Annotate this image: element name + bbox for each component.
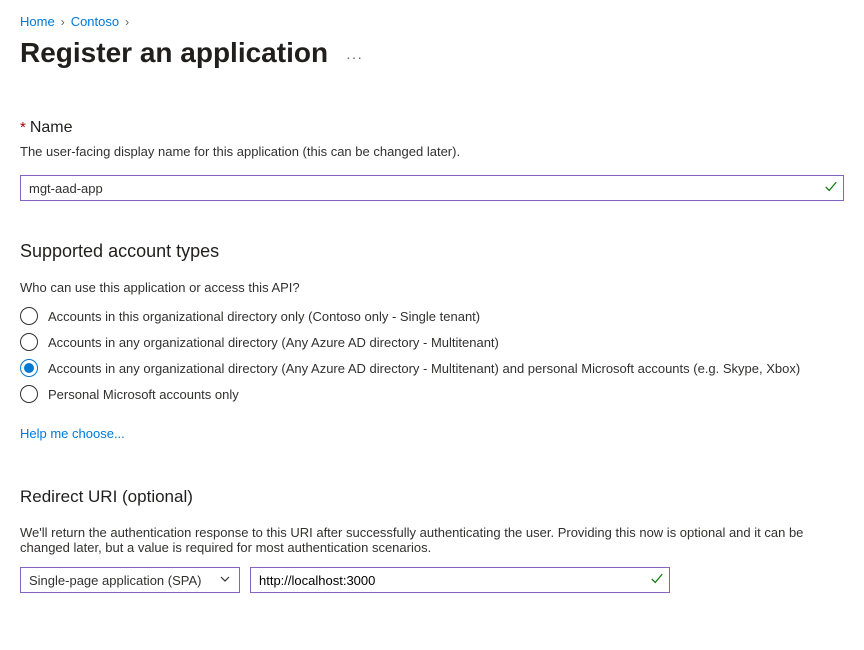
chevron-right-icon: ›	[61, 15, 65, 29]
redirect-uri-wrap	[250, 567, 670, 593]
name-label: *Name	[20, 119, 844, 137]
chevron-right-icon: ›	[125, 15, 129, 29]
radio-label: Accounts in this organizational director…	[48, 309, 480, 324]
name-input-row	[20, 175, 844, 201]
redirect-help-text: We'll return the authentication response…	[20, 525, 844, 555]
radio-single-tenant[interactable]: Accounts in this organizational director…	[20, 307, 844, 325]
name-label-text: Name	[30, 119, 73, 136]
breadcrumb-org[interactable]: Contoso	[71, 14, 119, 29]
required-star-icon: *	[20, 119, 26, 136]
redirect-row: Single-page application (SPA)	[20, 567, 844, 593]
account-types-radio-group: Accounts in this organizational director…	[20, 307, 844, 403]
chevron-down-icon	[219, 573, 231, 588]
radio-circle-icon	[20, 359, 38, 377]
name-input[interactable]	[20, 175, 844, 201]
breadcrumb: Home › Contoso ›	[20, 14, 844, 29]
redirect-heading: Redirect URI (optional)	[20, 487, 844, 507]
more-actions-button[interactable]: ···	[346, 49, 363, 65]
name-help-text: The user-facing display name for this ap…	[20, 144, 844, 159]
title-row: Register an application ···	[20, 37, 844, 69]
radio-label: Accounts in any organizational directory…	[48, 335, 499, 350]
account-types-heading: Supported account types	[20, 241, 844, 262]
redirect-uri-input[interactable]	[250, 567, 670, 593]
radio-circle-icon	[20, 307, 38, 325]
help-me-choose-link[interactable]: Help me choose...	[20, 426, 125, 441]
radio-personal-only[interactable]: Personal Microsoft accounts only	[20, 385, 844, 403]
radio-multitenant[interactable]: Accounts in any organizational directory…	[20, 333, 844, 351]
account-types-question: Who can use this application or access t…	[20, 280, 844, 295]
radio-circle-icon	[20, 333, 38, 351]
radio-label: Accounts in any organizational directory…	[48, 361, 800, 376]
radio-multitenant-personal[interactable]: Accounts in any organizational directory…	[20, 359, 844, 377]
radio-circle-icon	[20, 385, 38, 403]
platform-selected-label: Single-page application (SPA)	[29, 573, 201, 588]
breadcrumb-home[interactable]: Home	[20, 14, 55, 29]
radio-label: Personal Microsoft accounts only	[48, 387, 239, 402]
platform-select[interactable]: Single-page application (SPA)	[20, 567, 240, 593]
page-title: Register an application	[20, 37, 328, 69]
